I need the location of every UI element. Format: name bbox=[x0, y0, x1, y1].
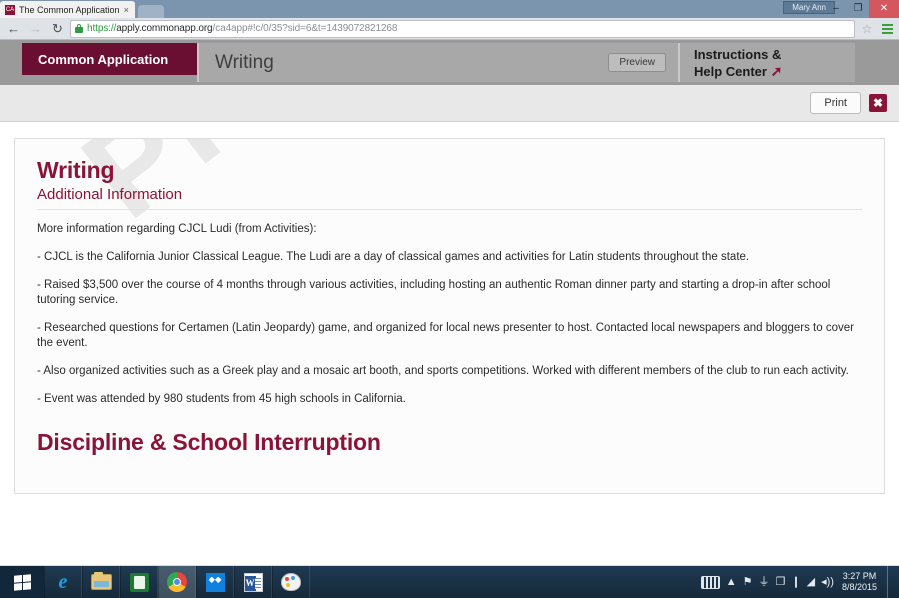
document-paragraph: - Event was attended by 980 students fro… bbox=[37, 393, 406, 405]
sync-tray-icon[interactable]: ❐ bbox=[776, 576, 786, 588]
document-paragraph: - CJCL is the California Junior Classica… bbox=[37, 251, 750, 263]
back-icon[interactable]: ← bbox=[4, 19, 23, 38]
help-line-2: Help Center ➚ bbox=[694, 63, 855, 80]
url-path: /ca4app#!c/0/35?sid=6&t=1439072821268 bbox=[212, 23, 398, 34]
clock-time: 3:27 PM bbox=[842, 571, 877, 581]
preview-panel: PREVIEW Writing Additional Information M… bbox=[14, 138, 885, 494]
instructions-help-center-link[interactable]: Instructions & Help Center ➚ bbox=[680, 43, 855, 82]
dropbox-tray-icon[interactable]: ⏚ bbox=[759, 576, 770, 588]
favicon-icon: CA bbox=[5, 4, 15, 15]
windows-logo-icon bbox=[13, 573, 31, 591]
maximize-restore-button[interactable]: ❐ bbox=[847, 0, 869, 18]
app-header-bar: Common Application Writing Preview Instr… bbox=[0, 40, 899, 85]
app-bar-right-gutter bbox=[855, 40, 899, 85]
url-text: https://apply.commonapp.org/ca4app#!c/0/… bbox=[87, 23, 397, 34]
browser-titlebar: CA The Common Application × Mary Ann – ❐… bbox=[0, 0, 899, 18]
window-close-button[interactable]: ✕ bbox=[869, 0, 899, 18]
taskbar-item-file-explorer[interactable] bbox=[82, 566, 120, 598]
clock-date: 8/8/2015 bbox=[841, 582, 877, 592]
start-button[interactable] bbox=[0, 566, 44, 598]
lock-icon bbox=[75, 24, 83, 33]
document-area: PREVIEW Writing Additional Information M… bbox=[0, 122, 899, 565]
clock[interactable]: 3:27 PM 8/8/2015 bbox=[840, 571, 877, 593]
taskbar-item-word[interactable]: W bbox=[234, 566, 272, 598]
document-paragraph: - Raised $3,500 over the course of 4 mon… bbox=[37, 279, 831, 306]
page-title: Writing bbox=[215, 51, 274, 73]
window-controls: – ❐ ✕ bbox=[825, 0, 899, 18]
app-bar-left-gutter bbox=[0, 40, 22, 85]
browser-toolbar: ← → ↻ https://apply.commonapp.org/ca4app… bbox=[0, 18, 899, 40]
print-button[interactable]: Print bbox=[810, 92, 861, 114]
paint-icon bbox=[281, 573, 301, 591]
help-line-1: Instructions & bbox=[694, 46, 782, 62]
touch-keyboard-icon[interactable] bbox=[700, 575, 720, 589]
word-icon: W bbox=[243, 572, 263, 592]
taskbar-item-dropbox[interactable] bbox=[196, 566, 234, 598]
external-link-arrow-icon: ➚ bbox=[770, 62, 783, 79]
help-line-2-text: Help Center bbox=[694, 63, 767, 79]
document-paragraph: More information regarding CJCL Ludi (fr… bbox=[37, 223, 317, 235]
show-desktop-button[interactable] bbox=[887, 566, 893, 598]
url-scheme: https:// bbox=[87, 23, 117, 34]
windows-taskbar: e W ▲ ⚑ ⏚ ❐ ❙ ◢ ◂)) 3:27 PM 8/8/2015 bbox=[0, 566, 899, 598]
document-heading-discipline-school-interruption: Discipline & School Interruption bbox=[37, 429, 381, 455]
system-tray: ▲ ⚑ ⏚ ❐ ❙ ◢ ◂)) 3:27 PM 8/8/2015 bbox=[700, 566, 899, 598]
document-paragraph: - Researched questions for Certamen (Lat… bbox=[37, 322, 854, 349]
taskbar-item-internet-explorer[interactable]: e bbox=[44, 566, 82, 598]
address-bar[interactable]: https://apply.commonapp.org/ca4app#!c/0/… bbox=[70, 19, 855, 38]
chrome-icon bbox=[167, 572, 187, 592]
reload-icon[interactable]: ↻ bbox=[48, 19, 67, 38]
document-content: Writing Additional Information More info… bbox=[37, 157, 862, 456]
new-tab-button[interactable] bbox=[137, 5, 164, 18]
dropbox-icon bbox=[205, 572, 225, 592]
page-viewport: Common Application Writing Preview Instr… bbox=[0, 40, 899, 565]
internet-explorer-icon: e bbox=[58, 570, 68, 593]
document-subheading-additional-information: Additional Information bbox=[37, 186, 862, 210]
document-heading-writing: Writing bbox=[37, 157, 115, 183]
action-strip: Print ✖ bbox=[0, 85, 899, 122]
bookmark-star-icon[interactable]: ☆ bbox=[858, 20, 876, 38]
file-explorer-icon bbox=[90, 572, 112, 590]
tab-title: The Common Application bbox=[19, 4, 120, 15]
minimize-button[interactable]: – bbox=[825, 0, 847, 18]
browser-tab[interactable]: CA The Common Application × bbox=[0, 1, 135, 18]
browser-menu-icon[interactable] bbox=[879, 20, 895, 38]
preview-button[interactable]: Preview bbox=[608, 53, 666, 72]
tab-close-icon[interactable]: × bbox=[124, 5, 129, 15]
browser-window: CA The Common Application × Mary Ann – ❐… bbox=[0, 0, 899, 566]
brand-common-application[interactable]: Common Application bbox=[22, 43, 197, 75]
show-hidden-icons-icon[interactable]: ▲ bbox=[726, 576, 737, 588]
taskbar-item-excel[interactable] bbox=[120, 566, 158, 598]
close-preview-button[interactable]: ✖ bbox=[869, 94, 887, 112]
network-signal-icon[interactable]: ◢ bbox=[807, 576, 815, 588]
taskbar-item-chrome[interactable] bbox=[158, 566, 196, 598]
forward-icon[interactable]: → bbox=[26, 19, 45, 38]
action-flag-icon[interactable]: ⚑ bbox=[743, 576, 753, 588]
url-host: apply.commonapp.org bbox=[116, 23, 213, 34]
taskbar-item-paint[interactable] bbox=[272, 566, 310, 598]
document-paragraph: - Also organized activities such as a Gr… bbox=[37, 365, 849, 377]
volume-icon[interactable]: ◂)) bbox=[821, 576, 834, 588]
excel-icon bbox=[129, 572, 149, 592]
battery-icon[interactable]: ❙ bbox=[791, 576, 800, 588]
section-title-area: Writing Preview bbox=[199, 43, 678, 82]
tab-strip: CA The Common Application × bbox=[0, 0, 164, 18]
